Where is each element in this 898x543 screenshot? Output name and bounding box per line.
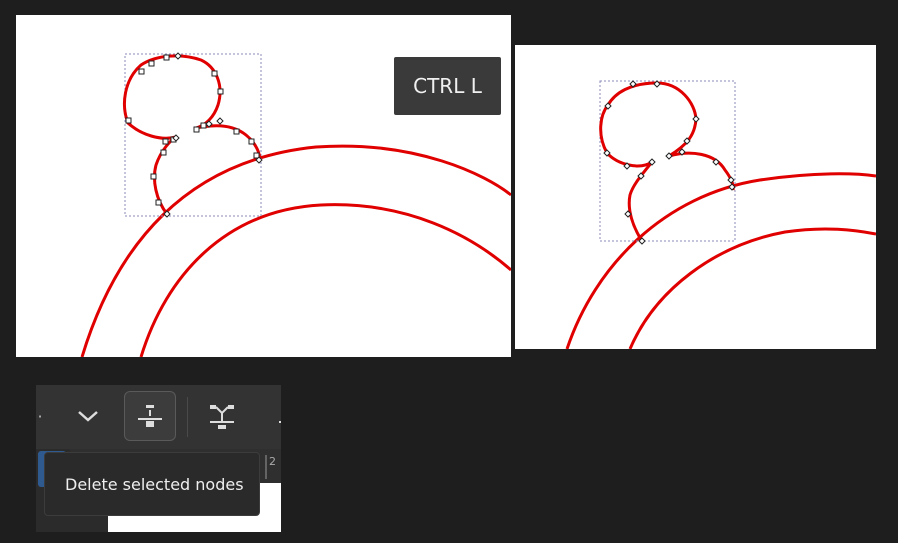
node-toolbar: · bbox=[36, 385, 281, 449]
break-nodes-icon bbox=[279, 421, 281, 423]
node-handle bbox=[125, 117, 132, 124]
dot-icon: · bbox=[37, 406, 43, 426]
node-handle bbox=[248, 138, 255, 145]
tooltip: Delete selected nodes bbox=[44, 452, 260, 516]
node-handle bbox=[155, 199, 162, 206]
toolbar-left-edge: · bbox=[36, 391, 44, 441]
toolbar-separator bbox=[187, 397, 188, 437]
join-nodes-button[interactable] bbox=[196, 391, 248, 441]
path-arcs[interactable] bbox=[565, 172, 876, 349]
chevron-down-icon bbox=[78, 411, 98, 422]
node-handle bbox=[163, 54, 170, 61]
inner-arc-path bbox=[139, 203, 511, 357]
shortcut-badge: CTRL L bbox=[394, 57, 501, 115]
node-handle bbox=[148, 60, 155, 67]
node-handle bbox=[692, 115, 700, 123]
path-arcs[interactable] bbox=[80, 144, 511, 357]
node-handle bbox=[233, 128, 240, 135]
node-handle bbox=[200, 122, 207, 129]
break-nodes-button[interactable] bbox=[260, 391, 281, 441]
node-handle bbox=[211, 70, 218, 77]
outer-arc-path bbox=[565, 172, 876, 349]
node-handle bbox=[216, 117, 224, 125]
delete-nodes-button[interactable] bbox=[124, 391, 176, 441]
node-handle bbox=[193, 126, 200, 133]
canvas-after[interactable] bbox=[515, 45, 876, 349]
node-handle bbox=[150, 173, 157, 180]
node-handle bbox=[162, 138, 169, 145]
join-nodes-icon bbox=[210, 405, 234, 429]
dropdown-button[interactable] bbox=[62, 391, 114, 441]
outer-arc-path bbox=[80, 144, 511, 357]
node-handle bbox=[160, 149, 167, 156]
ruler-label: 2 bbox=[269, 455, 276, 468]
node-handle bbox=[138, 68, 145, 75]
inner-arc-path bbox=[628, 227, 876, 349]
node-handle bbox=[174, 52, 182, 60]
delete-nodes-icon bbox=[138, 405, 162, 427]
node-handle bbox=[217, 88, 224, 95]
